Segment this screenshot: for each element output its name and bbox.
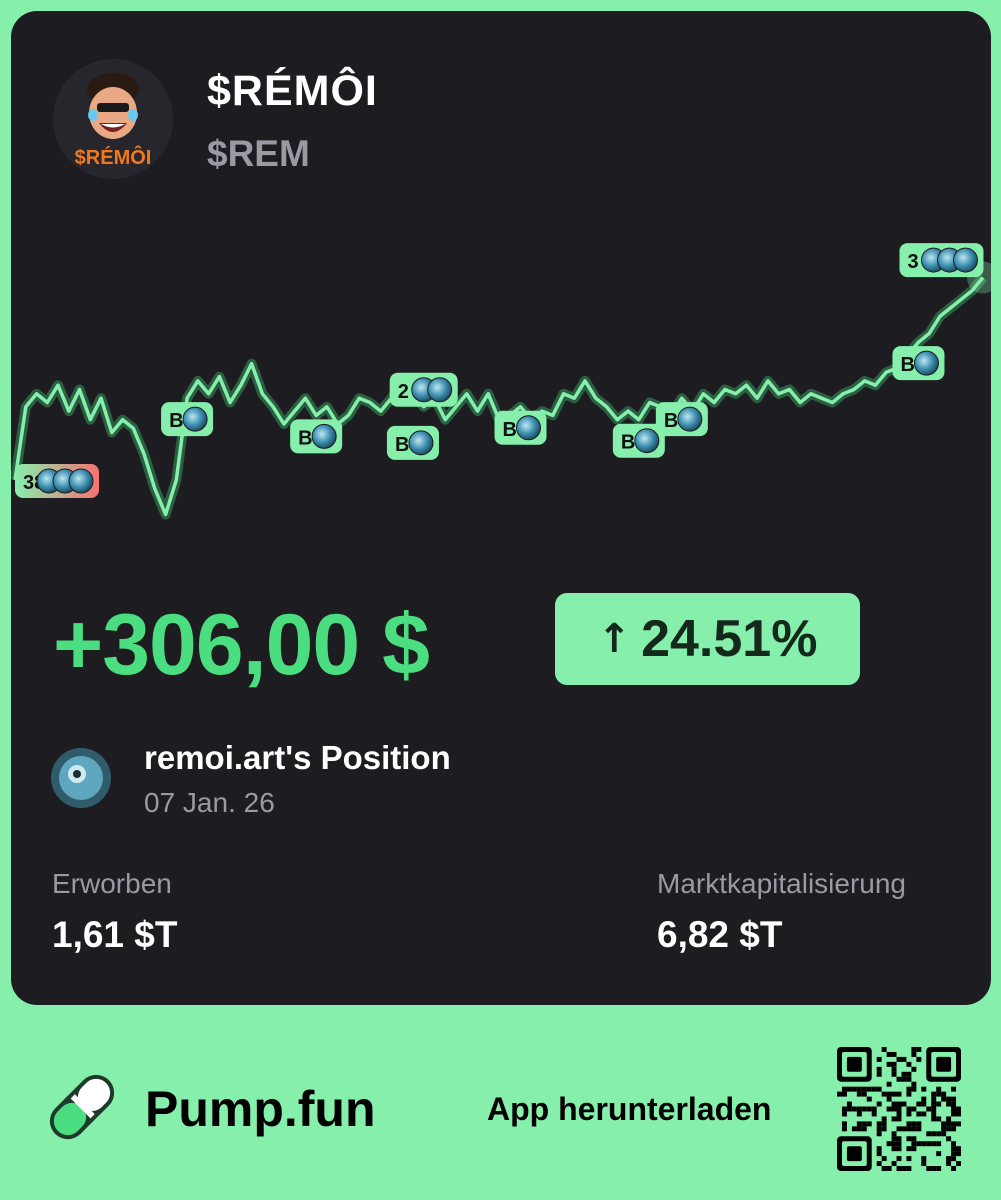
pill-icon [49,1074,115,1140]
marker-label: B [900,354,914,376]
marker-label: 2 [398,381,409,403]
trader-avatar-icon [68,468,94,494]
buy-marker[interactable]: B [290,419,343,454]
price-chart: 38 B B 2 B B B B B 3 [11,243,991,520]
trader-avatar-icon [913,350,939,376]
trader-avatar-icon [952,247,978,273]
trader-avatar-icon [311,423,337,449]
trader-avatar-icon [408,430,434,456]
marker-label: B [664,410,678,432]
trader-avatar-icon [677,406,703,432]
buy-marker[interactable]: B [161,402,214,437]
avatar-logo-text: $RÉMÔI [74,147,152,169]
pnl-percent: 24.51% [641,610,818,668]
trader-avatar-icon [182,406,208,432]
token-symbol: $REM [207,133,310,174]
buy-marker[interactable]: 3 [899,243,984,278]
acquired-value: 1,61 $T [52,914,178,955]
qr-code[interactable] [837,1047,961,1171]
buy-marker[interactable]: B [892,346,945,381]
marker-label: B [503,419,517,441]
download-app-label[interactable]: App herunterladen [487,1091,771,1128]
marker-label: B [298,427,312,449]
pnl-amount: +306,00 $ [53,597,430,693]
trader-avatar-icon [634,428,660,454]
marker-label: B [169,410,183,432]
pnl-percent-badge: ↑ 24.51% [555,593,860,685]
price-line [13,276,985,517]
token-avatar: $RÉMÔI [53,59,173,179]
buy-marker[interactable]: B [386,425,439,460]
token-name: $RÉMÔI [207,67,378,115]
market-cap-value: 6,82 $T [657,914,783,955]
sell-marker[interactable]: 38 [15,464,99,498]
buy-marker[interactable]: B [494,410,547,445]
acquired-label: Erworben [52,868,172,899]
arrow-up-icon: ↑ [597,616,632,662]
buy-marker[interactable]: 2 [389,372,458,407]
marker-label: B [395,434,409,456]
user-avatar [51,748,111,808]
trader-avatar-icon [516,415,542,441]
market-cap-label: Marktkapitalisierung [657,868,906,899]
marker-label: 3 [907,251,918,273]
position-title: remoi.art's Position [144,739,451,776]
brand-name: Pump.fun [145,1081,376,1137]
pnl-share-card: $RÉMÔI $RÉMÔI $REM 38 B B 2 B B B B B 3 +306,00 $… [11,11,991,1005]
marker-label: B [621,432,635,454]
position-date: 07 Jan. 26 [144,787,275,818]
buy-marker[interactable]: B [655,402,708,437]
trader-avatar-icon [427,377,453,403]
